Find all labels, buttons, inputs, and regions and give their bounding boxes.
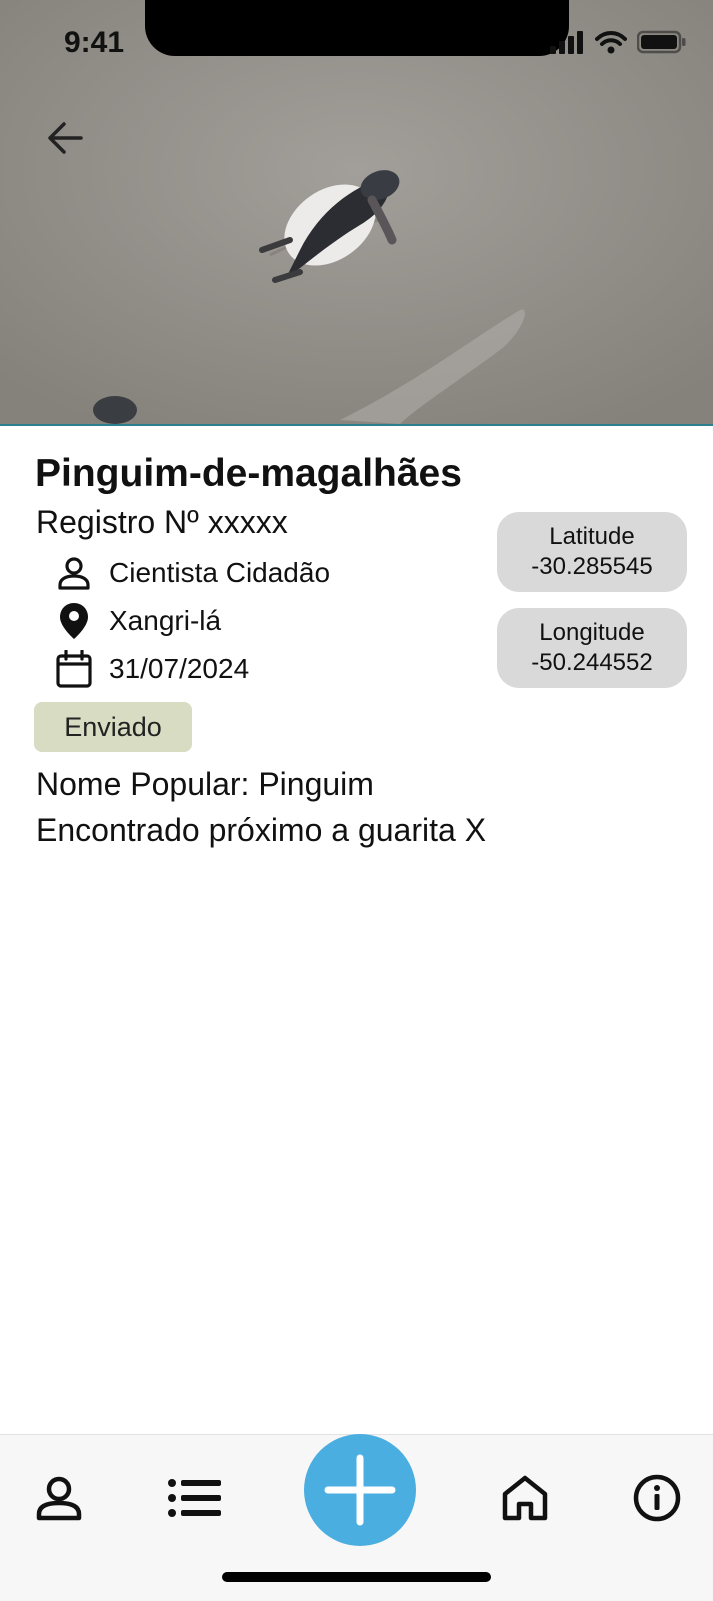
tab-info[interactable]: [622, 1463, 692, 1533]
arrow-left-icon: [48, 122, 83, 154]
registro-number: Registro Nº xxxxx: [36, 504, 288, 540]
home-icon: [502, 1475, 548, 1521]
date-row: 31/07/2024: [55, 650, 249, 688]
person-icon: [55, 554, 93, 592]
battery-icon: [637, 30, 686, 54]
latitude-value: -30.285545: [531, 553, 653, 580]
location-row: Xangri-lá: [55, 602, 221, 640]
longitude-label: Longitude: [539, 619, 645, 646]
tab-list[interactable]: [160, 1463, 230, 1533]
home-indicator: [222, 1572, 491, 1582]
latitude-pill: Latitude -30.285545: [497, 512, 687, 592]
tab-profile[interactable]: [24, 1463, 94, 1533]
specimen-photo: 9:41: [0, 0, 713, 426]
wifi-icon: [595, 31, 627, 54]
status-icons: [549, 30, 687, 54]
location-name: Xangri-lá: [109, 605, 222, 636]
author-row: Cientista Cidadão: [55, 554, 330, 592]
status-time: 9:41: [64, 26, 125, 59]
signal-icon: [550, 31, 583, 54]
penguin-photo-drawing: [0, 0, 713, 424]
record-date: 31/07/2024: [109, 653, 250, 684]
device-notch: [145, 0, 569, 56]
record-note: Encontrado próximo a guarita X: [36, 812, 487, 848]
plus-icon: [324, 1454, 396, 1526]
tab-home[interactable]: [490, 1463, 560, 1533]
list-icon: [168, 1479, 221, 1517]
map-pin-icon: [55, 602, 93, 640]
info-icon: [633, 1474, 681, 1522]
latitude-label: Latitude: [549, 523, 635, 550]
author-name: Cientista Cidadão: [109, 557, 331, 588]
longitude-value: -50.244552: [531, 649, 653, 676]
species-title: Pinguim-de-magalhães: [35, 452, 462, 495]
person-icon: [36, 1476, 82, 1521]
status-badge: Enviado: [34, 702, 192, 752]
calendar-icon: [55, 650, 93, 688]
back-button[interactable]: [40, 113, 90, 163]
longitude-pill: Longitude -50.244552: [497, 608, 687, 688]
popular-name: Nome Popular: Pinguim: [36, 766, 374, 802]
add-record-button[interactable]: [304, 1434, 416, 1546]
